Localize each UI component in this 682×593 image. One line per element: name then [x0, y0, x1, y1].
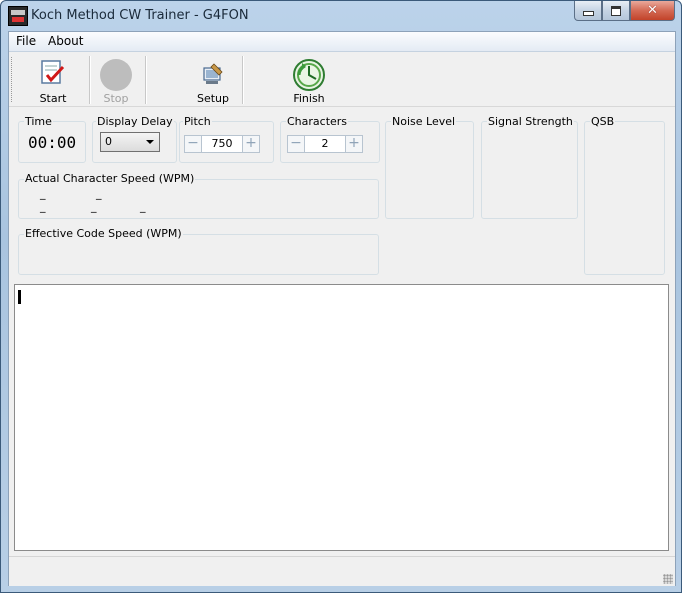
- stop-label: Stop: [103, 92, 129, 105]
- toolbar-grip[interactable]: [11, 57, 15, 102]
- actual-speed-value: _: [140, 200, 146, 213]
- time-value: 00:00: [28, 133, 77, 152]
- pitch-label: Pitch: [183, 115, 212, 128]
- actual-speed-label: Actual Character Speed (WPM): [24, 172, 196, 185]
- effective-speed-label: Effective Code Speed (WPM): [24, 227, 183, 240]
- display-delay-label: Display Delay: [96, 115, 174, 128]
- minimize-icon: [582, 11, 594, 16]
- effective-speed-group: [18, 234, 379, 275]
- client-area: File About Start Stop Setup Finish Time …: [8, 31, 676, 586]
- stop-button[interactable]: Stop: [96, 55, 136, 105]
- chevron-down-icon: [146, 140, 154, 144]
- minimize-button[interactable]: [574, 1, 602, 21]
- setup-button[interactable]: Setup: [193, 55, 233, 105]
- close-button[interactable]: ✕: [630, 1, 675, 21]
- toolbar: Start Stop Setup Finish: [9, 52, 675, 107]
- resize-grip-icon[interactable]: [663, 574, 673, 584]
- text-cursor: [18, 290, 21, 304]
- actual-speed-value: _: [40, 200, 46, 213]
- signal-strength-label: Signal Strength: [487, 115, 574, 128]
- close-icon: ✕: [647, 3, 658, 18]
- actual-speed-value: _: [96, 187, 102, 200]
- pitch-decrement-button[interactable]: −: [184, 135, 202, 153]
- maximize-button[interactable]: [602, 1, 630, 21]
- app-window: Koch Method CW Trainer - G4FON ✕ File Ab…: [0, 0, 682, 593]
- actual-speed-value: _: [40, 187, 46, 200]
- window-title: Koch Method CW Trainer - G4FON: [31, 8, 249, 23]
- maximize-icon: [611, 5, 621, 16]
- noise-level-label: Noise Level: [391, 115, 457, 128]
- noise-level-group: [385, 121, 474, 219]
- start-button[interactable]: Start: [33, 55, 73, 105]
- menu-bar: File About: [9, 32, 675, 52]
- characters-value[interactable]: 2: [305, 135, 345, 153]
- finish-icon: [293, 59, 325, 91]
- start-label: Start: [39, 92, 67, 105]
- menu-about[interactable]: About: [48, 34, 83, 48]
- signal-strength-group: [481, 121, 578, 219]
- characters-increment-button[interactable]: +: [345, 135, 363, 153]
- display-delay-select[interactable]: 0: [100, 132, 160, 152]
- setup-icon: [203, 63, 223, 84]
- pitch-increment-button[interactable]: +: [242, 135, 260, 153]
- qsb-label: QSB: [590, 115, 616, 128]
- app-icon[interactable]: [8, 6, 28, 26]
- characters-decrement-button[interactable]: −: [287, 135, 305, 153]
- setup-label: Setup: [196, 92, 230, 105]
- qsb-group: [584, 121, 665, 275]
- status-bar: [9, 556, 675, 586]
- actual-speed-group: [18, 179, 379, 219]
- pitch-stepper: − 750 +: [184, 135, 260, 153]
- finish-label: Finish: [293, 92, 325, 105]
- menu-file[interactable]: File: [16, 34, 36, 48]
- actual-speed-value: _: [91, 200, 97, 213]
- pitch-value[interactable]: 750: [202, 135, 242, 153]
- time-label: Time: [24, 115, 53, 128]
- copy-text-area[interactable]: [14, 284, 669, 551]
- finish-button[interactable]: Finish: [288, 55, 330, 105]
- display-delay-value: 0: [105, 135, 112, 148]
- title-bar[interactable]: Koch Method CW Trainer - G4FON ✕: [1, 1, 681, 31]
- stop-icon: [100, 59, 132, 91]
- characters-label: Characters: [286, 115, 349, 128]
- characters-stepper: − 2 +: [287, 135, 363, 153]
- start-icon: [41, 60, 65, 84]
